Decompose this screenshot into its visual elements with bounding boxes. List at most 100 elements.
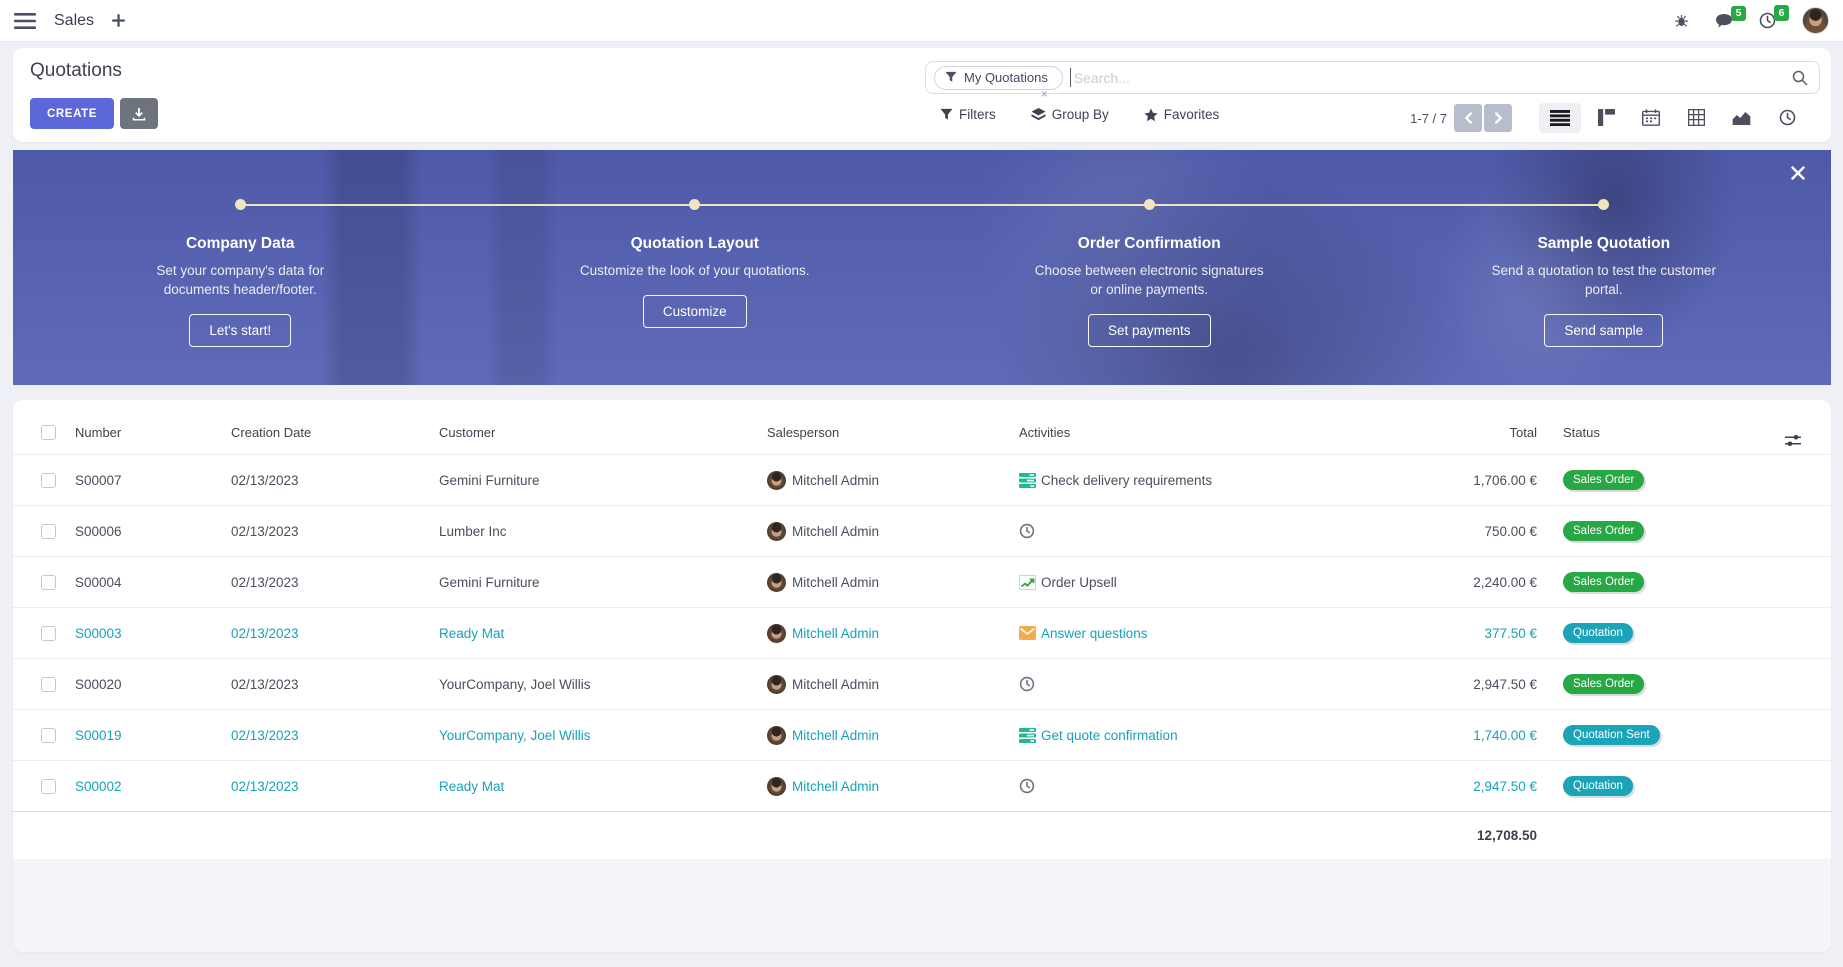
table-row[interactable]: S00006 02/13/2023 Lumber Inc Mitchell Ad…	[13, 505, 1831, 556]
column-header-salesperson[interactable]: Salesperson	[767, 425, 1019, 440]
search-facet[interactable]: My Quotations ×	[934, 66, 1063, 90]
lets-start-button[interactable]: Let's start!	[189, 314, 291, 347]
cell-activities[interactable]: Check delivery requirements	[1019, 473, 1361, 488]
cell-number[interactable]: S00004	[75, 575, 231, 590]
cell-total[interactable]: 2,947.50 €	[1361, 677, 1541, 692]
favorites-button[interactable]: Favorites	[1144, 107, 1220, 122]
cell-number[interactable]: S00006	[75, 524, 231, 539]
hamburger-icon[interactable]	[14, 13, 36, 29]
column-header-creation-date[interactable]: Creation Date	[231, 425, 439, 440]
banner-close-button[interactable]	[1791, 166, 1805, 180]
cell-salesperson[interactable]: Mitchell Admin	[767, 726, 1019, 745]
view-kanban-button[interactable]	[1587, 102, 1626, 133]
cell-number[interactable]: S00003	[75, 626, 231, 641]
group-by-button[interactable]: Group By	[1031, 107, 1109, 122]
cell-number[interactable]: S00019	[75, 728, 231, 743]
pager-next-button[interactable]	[1484, 104, 1512, 132]
row-checkbox[interactable]	[41, 575, 56, 590]
row-checkbox[interactable]	[41, 473, 56, 488]
clock-icon[interactable]	[1019, 676, 1035, 692]
cell-activities[interactable]	[1019, 523, 1361, 539]
row-checkbox[interactable]	[41, 677, 56, 692]
view-graph-button[interactable]	[1721, 103, 1762, 132]
cell-total[interactable]: 2,947.50 €	[1361, 779, 1541, 794]
cell-customer[interactable]: Gemini Furniture	[439, 575, 767, 590]
view-calendar-button[interactable]	[1631, 102, 1671, 133]
add-tab-button[interactable]	[112, 14, 125, 27]
search-input[interactable]	[1074, 70, 1785, 86]
cell-total[interactable]: 1,706.00 €	[1361, 473, 1541, 488]
table-row[interactable]: S00004 02/13/2023 Gemini Furniture Mitch…	[13, 556, 1831, 607]
bug-icon[interactable]	[1674, 13, 1689, 28]
optional-columns-icon[interactable]	[1785, 434, 1801, 447]
search-icon[interactable]	[1792, 70, 1808, 86]
cell-salesperson[interactable]: Mitchell Admin	[767, 573, 1019, 592]
cell-customer[interactable]: YourCompany, Joel Willis	[439, 728, 767, 743]
cell-creation-date[interactable]: 02/13/2023	[231, 473, 439, 488]
filters-button[interactable]: Filters	[940, 107, 996, 122]
chart-icon[interactable]	[1019, 575, 1036, 590]
cell-number[interactable]: S00002	[75, 779, 231, 794]
clock-icon[interactable]	[1019, 523, 1035, 539]
cell-number[interactable]: S00020	[75, 677, 231, 692]
facet-remove-icon[interactable]: ×	[1041, 87, 1048, 101]
cell-activities[interactable]: Answer questions	[1019, 626, 1361, 641]
cell-activities[interactable]	[1019, 676, 1361, 692]
cell-customer[interactable]: Ready Mat	[439, 626, 767, 641]
search-bar[interactable]: My Quotations ×	[925, 61, 1820, 94]
column-header-activities[interactable]: Activities	[1019, 425, 1361, 440]
app-name[interactable]: Sales	[54, 12, 94, 30]
cell-creation-date[interactable]: 02/13/2023	[231, 728, 439, 743]
column-header-number[interactable]: Number	[75, 425, 231, 440]
row-checkbox[interactable]	[41, 779, 56, 794]
cell-salesperson[interactable]: Mitchell Admin	[767, 777, 1019, 796]
cell-creation-date[interactable]: 02/13/2023	[231, 626, 439, 641]
view-pivot-button[interactable]	[1677, 102, 1716, 133]
column-header-status[interactable]: Status	[1541, 425, 1771, 440]
tasks-icon[interactable]	[1019, 728, 1036, 743]
table-row[interactable]: S00007 02/13/2023 Gemini Furniture Mitch…	[13, 454, 1831, 505]
cell-total[interactable]: 2,240.00 €	[1361, 575, 1541, 590]
cell-creation-date[interactable]: 02/13/2023	[231, 524, 439, 539]
cell-customer[interactable]: Gemini Furniture	[439, 473, 767, 488]
view-list-button[interactable]	[1539, 103, 1581, 133]
cell-salesperson[interactable]: Mitchell Admin	[767, 624, 1019, 643]
table-row[interactable]: S00002 02/13/2023 Ready Mat Mitchell Adm…	[13, 760, 1831, 811]
cell-total[interactable]: 750.00 €	[1361, 524, 1541, 539]
column-header-customer[interactable]: Customer	[439, 425, 767, 440]
select-all-checkbox[interactable]	[41, 425, 56, 440]
clock-icon[interactable]	[1019, 778, 1035, 794]
cell-customer[interactable]: Ready Mat	[439, 779, 767, 794]
cell-customer[interactable]: YourCompany, Joel Willis	[439, 677, 767, 692]
messages-button[interactable]: 5	[1715, 13, 1733, 29]
table-row[interactable]: S00019 02/13/2023 YourCompany, Joel Will…	[13, 709, 1831, 760]
tasks-icon[interactable]	[1019, 473, 1036, 488]
cell-total[interactable]: 377.50 €	[1361, 626, 1541, 641]
cell-creation-date[interactable]: 02/13/2023	[231, 575, 439, 590]
row-checkbox[interactable]	[41, 626, 56, 641]
table-row[interactable]: S00003 02/13/2023 Ready Mat Mitchell Adm…	[13, 607, 1831, 658]
cell-total[interactable]: 1,740.00 €	[1361, 728, 1541, 743]
column-header-total[interactable]: Total	[1361, 425, 1541, 440]
row-checkbox[interactable]	[41, 728, 56, 743]
pager-previous-button[interactable]	[1454, 104, 1482, 132]
row-checkbox[interactable]	[41, 524, 56, 539]
send-sample-button[interactable]: Send sample	[1544, 314, 1663, 347]
view-activity-button[interactable]	[1768, 102, 1807, 133]
cell-creation-date[interactable]: 02/13/2023	[231, 677, 439, 692]
activities-button[interactable]: 6	[1759, 12, 1776, 29]
cell-customer[interactable]: Lumber Inc	[439, 524, 767, 539]
cell-activities[interactable]	[1019, 778, 1361, 794]
cell-activities[interactable]: Order Upsell	[1019, 575, 1361, 590]
table-row[interactable]: S00020 02/13/2023 YourCompany, Joel Will…	[13, 658, 1831, 709]
cell-salesperson[interactable]: Mitchell Admin	[767, 471, 1019, 490]
cell-number[interactable]: S00007	[75, 473, 231, 488]
user-avatar[interactable]	[1802, 7, 1829, 34]
cell-creation-date[interactable]: 02/13/2023	[231, 779, 439, 794]
set-payments-button[interactable]: Set payments	[1088, 314, 1211, 347]
envelope-icon[interactable]	[1019, 626, 1036, 640]
cell-salesperson[interactable]: Mitchell Admin	[767, 675, 1019, 694]
customize-button[interactable]: Customize	[643, 295, 747, 328]
cell-activities[interactable]: Get quote confirmation	[1019, 728, 1361, 743]
cell-salesperson[interactable]: Mitchell Admin	[767, 522, 1019, 541]
